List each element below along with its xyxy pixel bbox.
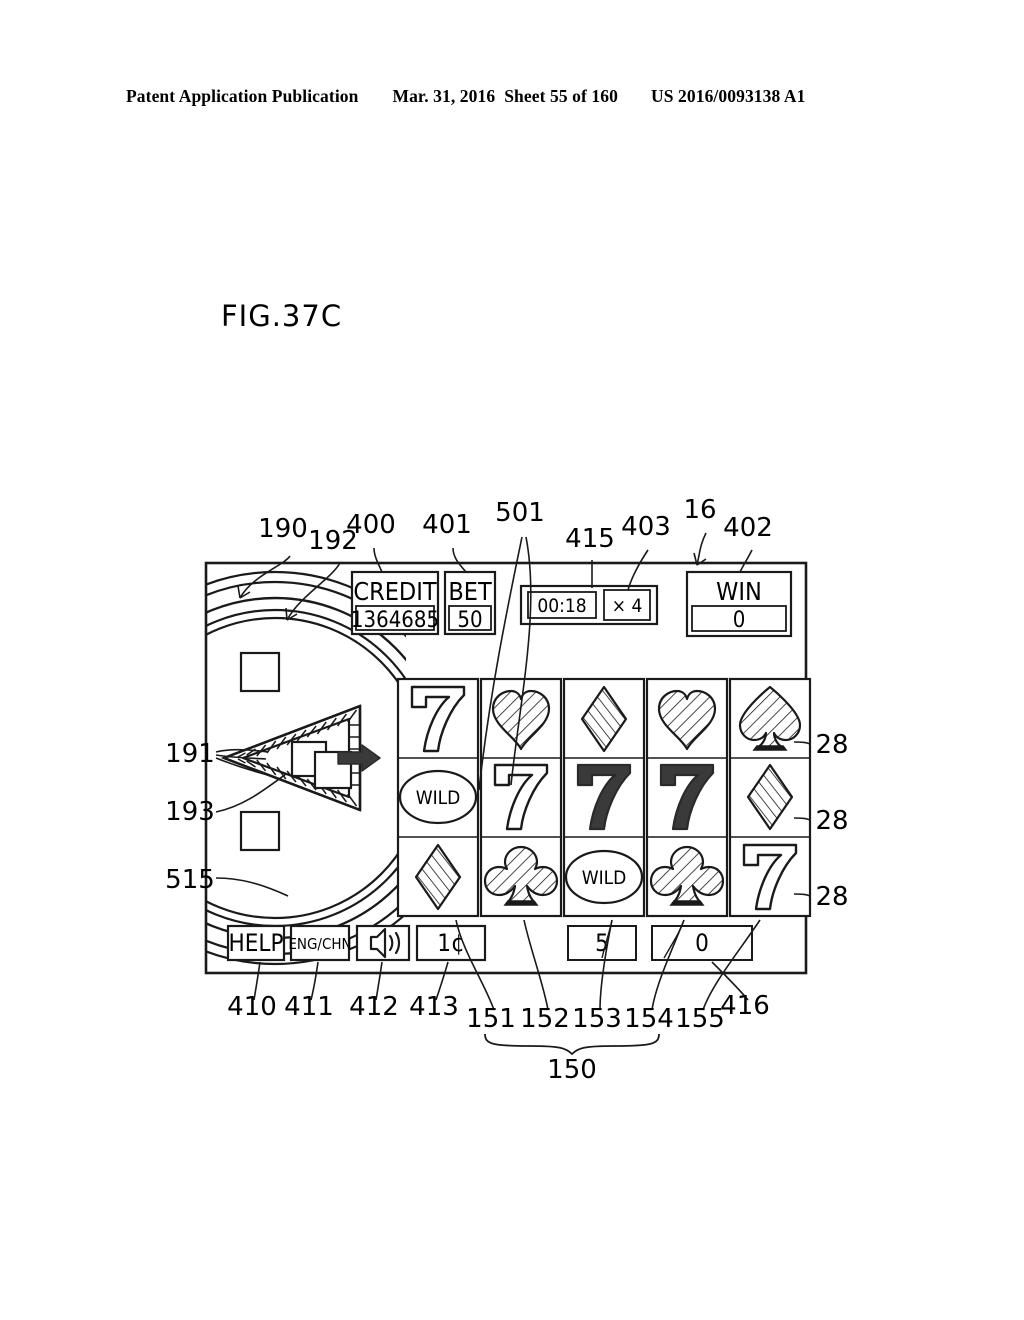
payout-value: 0 [695,929,709,957]
denomination-label: 1¢ [437,929,464,957]
win-value: 0 [733,608,746,633]
ref-191: 191 [165,739,215,769]
ref-155: 155 [675,1004,725,1034]
ref-410: 410 [227,992,277,1022]
reel-3[interactable]: WILD [562,677,646,918]
bet-value: 50 [457,608,482,633]
timer-value: 00:18 [537,595,586,617]
language-button[interactable]: ENG/CHN [288,924,352,962]
reel-cell-symbol: WILD [398,769,478,825]
artwork-square-top [239,651,281,693]
ref-16: 16 [683,495,716,525]
denomination-button[interactable]: 1¢ [415,924,487,962]
ref-153: 153 [572,1004,622,1034]
ref-28-bottom: 28 [815,882,848,912]
ref-190: 190 [258,514,308,544]
ref-412: 412 [349,992,399,1022]
payout-display: 0 [651,925,753,961]
ref-415: 415 [565,524,615,554]
reel-cell-symbol: WILD [564,849,644,905]
credit-panel: CREDIT 1364685 [350,570,440,636]
ref-402: 402 [723,513,773,543]
ref-193: 193 [165,797,215,827]
ref-152: 152 [520,1004,570,1034]
ref-28-top: 28 [815,730,848,760]
ref-401: 401 [422,510,472,540]
multiplier-value: × 4 [612,595,643,617]
help-button[interactable]: HELP [226,924,286,962]
wild-text: WILD [416,787,461,809]
ref-154: 154 [624,1004,674,1034]
win-label: WIN [716,577,762,606]
ref-411: 411 [284,992,334,1022]
lines-value: 5 [595,929,609,957]
bet-panel: BET 50 [443,570,497,636]
reel-grid: WILD WILD [396,677,812,918]
credit-value: 1364685 [351,608,439,633]
ref-403: 403 [621,512,671,542]
ref-515: 515 [165,865,215,895]
reel-2[interactable] [479,677,563,918]
patent-figure-drawing: CREDIT 1364685 BET 50 00:18 × 4 WIN 0 WI… [165,495,848,1085]
ref-413: 413 [409,992,459,1022]
win-panel: WIN 0 [685,570,793,638]
timer-multiplier-group: 00:18 × 4 [519,584,659,626]
wild-text: WILD [582,867,627,889]
language-label: ENG/CHN [288,935,351,953]
reel-4[interactable] [645,677,729,918]
reel-1[interactable]: WILD [396,677,480,918]
lines-display: 5 [567,925,637,961]
ref-151: 151 [466,1004,516,1034]
credit-label: CREDIT [353,577,436,606]
sound-button[interactable] [355,924,411,962]
ref-150: 150 [547,1055,597,1085]
ref-416: 416 [720,991,770,1021]
ref-28-middle: 28 [815,806,848,836]
ref-400: 400 [346,510,396,540]
artwork-square-bottom [239,810,281,852]
bet-label: BET [448,577,492,606]
ref-501: 501 [495,498,545,528]
help-label: HELP [229,929,284,957]
reel-5[interactable] [728,677,812,918]
